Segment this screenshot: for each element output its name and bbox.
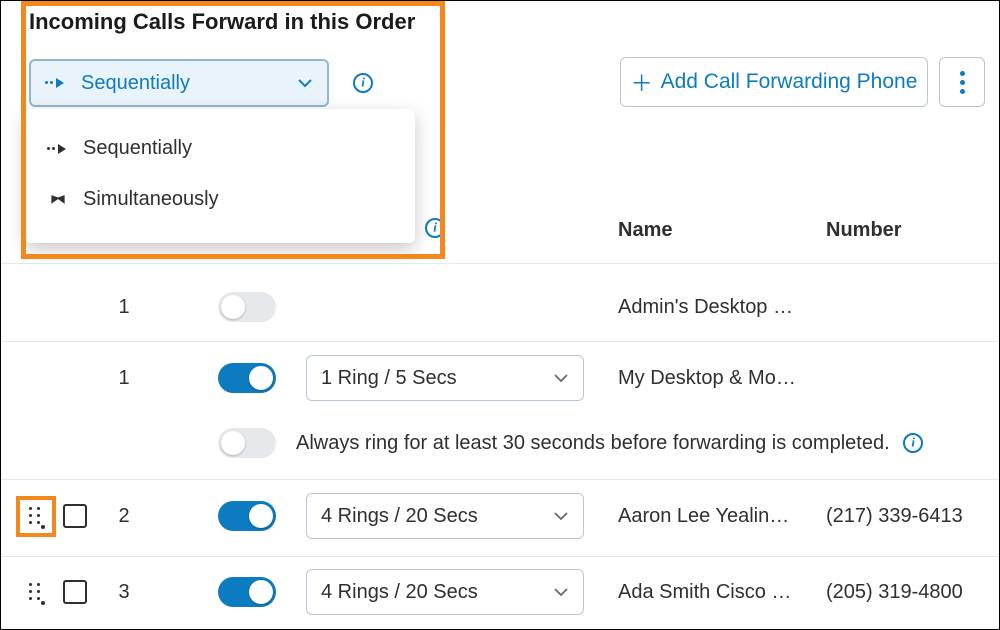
forwarding-mode-dropdown: Sequentially Simultaneously xyxy=(25,109,415,243)
always-ring-row: Always ring for at least 30 seconds befo… xyxy=(1,423,999,463)
drag-handle[interactable] xyxy=(23,579,49,605)
divider xyxy=(1,479,999,480)
order-value: 3 xyxy=(109,581,139,604)
sequential-icon xyxy=(45,76,67,90)
sequential-icon xyxy=(47,142,69,156)
row-checkbox[interactable] xyxy=(63,580,87,604)
section-heading: Incoming Calls Forward in this Order xyxy=(29,9,415,35)
ring-duration-select[interactable]: 1 Ring / 5 Secs xyxy=(306,355,584,401)
plus-icon: ＋ xyxy=(631,66,653,98)
row-number: (205) 319-4800 xyxy=(826,581,986,604)
forwarding-mode-value: Sequentially xyxy=(81,72,190,95)
active-toggle[interactable] xyxy=(218,501,276,531)
active-toggle[interactable] xyxy=(218,363,276,393)
table-row: 2 4 Rings / 20 Secs Aaron Lee Yealin… (2… xyxy=(1,495,999,537)
ring-duration-value: 4 Rings / 20 Secs xyxy=(321,505,478,528)
ring-duration-value: 1 Ring / 5 Secs xyxy=(321,367,457,390)
drag-icon xyxy=(29,507,43,525)
chevron-down-icon xyxy=(553,370,569,386)
divider xyxy=(1,556,999,557)
table-row: 1 Admin's Desktop … xyxy=(1,287,999,327)
forwarding-mode-select[interactable]: Sequentially xyxy=(29,59,329,107)
more-actions-button[interactable] xyxy=(939,57,985,107)
order-value: 2 xyxy=(109,505,139,528)
drag-handle[interactable] xyxy=(23,503,49,529)
row-name: My Desktop & Mo… xyxy=(618,367,808,390)
row-name: Ada Smith Cisco … xyxy=(618,581,808,604)
simultaneous-icon xyxy=(47,192,69,208)
divider xyxy=(1,341,999,342)
page-frame: Incoming Calls Forward in this Order Seq… xyxy=(0,0,1000,630)
info-icon[interactable] xyxy=(425,218,445,238)
dropdown-option-sequentially[interactable]: Sequentially xyxy=(25,123,415,174)
order-value: 1 xyxy=(109,296,139,319)
dropdown-option-simultaneously[interactable]: Simultaneously xyxy=(25,174,415,225)
kebab-icon xyxy=(960,80,965,85)
drag-dot xyxy=(41,525,45,529)
info-icon[interactable] xyxy=(353,73,373,93)
ring-duration-select[interactable]: 4 Rings / 20 Secs xyxy=(306,493,584,539)
ring-duration-select[interactable]: 4 Rings / 20 Secs xyxy=(306,569,584,615)
order-value: 1 xyxy=(109,367,139,390)
dropdown-option-label: Simultaneously xyxy=(83,188,219,211)
active-toggle[interactable] xyxy=(218,577,276,607)
active-toggle[interactable] xyxy=(218,292,276,322)
info-icon[interactable] xyxy=(903,433,923,453)
column-header-name: Name xyxy=(618,219,672,242)
add-button-label: Add Call Forwarding Phone xyxy=(661,70,918,94)
dropdown-option-label: Sequentially xyxy=(83,137,192,160)
chevron-down-icon xyxy=(553,508,569,524)
row-number: (217) 339-6413 xyxy=(826,505,986,528)
chevron-down-icon xyxy=(297,75,313,91)
table-row: 3 4 Rings / 20 Secs Ada Smith Cisco … (2… xyxy=(1,571,999,613)
chevron-down-icon xyxy=(553,584,569,600)
row-name: Admin's Desktop … xyxy=(618,296,808,319)
ring-duration-value: 4 Rings / 20 Secs xyxy=(321,581,478,604)
column-header-number: Number xyxy=(826,219,902,242)
drag-icon xyxy=(29,583,43,601)
always-ring-toggle[interactable] xyxy=(218,428,276,458)
drag-dot xyxy=(41,601,45,605)
always-ring-text: Always ring for at least 30 seconds befo… xyxy=(296,432,923,455)
row-checkbox[interactable] xyxy=(63,504,87,528)
divider xyxy=(1,263,999,264)
add-call-forwarding-button[interactable]: ＋ Add Call Forwarding Phone xyxy=(620,57,928,107)
table-row: 1 1 Ring / 5 Secs My Desktop & Mo… xyxy=(1,357,999,399)
row-name: Aaron Lee Yealin… xyxy=(618,505,808,528)
